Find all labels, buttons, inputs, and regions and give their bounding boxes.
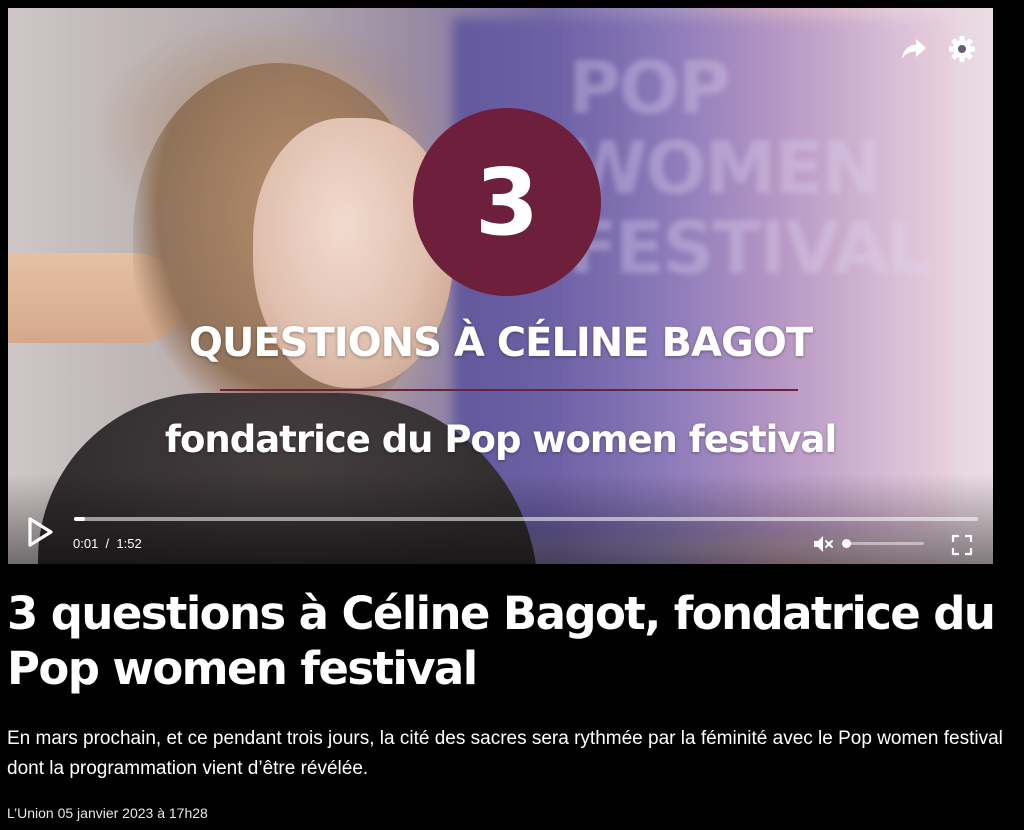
gear-icon[interactable] xyxy=(945,32,979,66)
overlay-subtitle: fondatrice du Pop women festival xyxy=(164,418,837,461)
volume-muted-icon[interactable] xyxy=(812,533,834,555)
video-player[interactable]: POP WOMEN FESTIVAL 3 QUESTIONS À CÉLINE … xyxy=(8,8,993,564)
time-total: 1:52 xyxy=(116,536,142,551)
overlay-title: QUESTIONS À CÉLINE BAGOT xyxy=(188,320,813,366)
player-top-actions xyxy=(897,32,979,66)
article-headline[interactable]: 3 questions à Céline Bagot, fondatrice d… xyxy=(7,586,1007,696)
time-current: 0:01 xyxy=(73,536,99,551)
article-source-date: L’Union 05 janvier 2023 à 17h28 xyxy=(7,805,208,821)
fullscreen-icon[interactable] xyxy=(951,534,973,556)
progress-bar[interactable] xyxy=(74,517,978,521)
overlay-divider xyxy=(220,389,798,391)
article-lead: En mars prochain, et ce pendant trois jo… xyxy=(7,728,1003,779)
share-arrow-icon[interactable] xyxy=(897,32,931,66)
volume-slider-knob[interactable] xyxy=(842,539,851,548)
progress-bar-fill xyxy=(74,517,85,521)
time-display: 0:01 / 1:52 xyxy=(73,536,142,551)
overlay-number-badge: 3 xyxy=(413,108,601,296)
play-icon[interactable] xyxy=(24,515,56,549)
volume-slider[interactable] xyxy=(842,539,924,548)
